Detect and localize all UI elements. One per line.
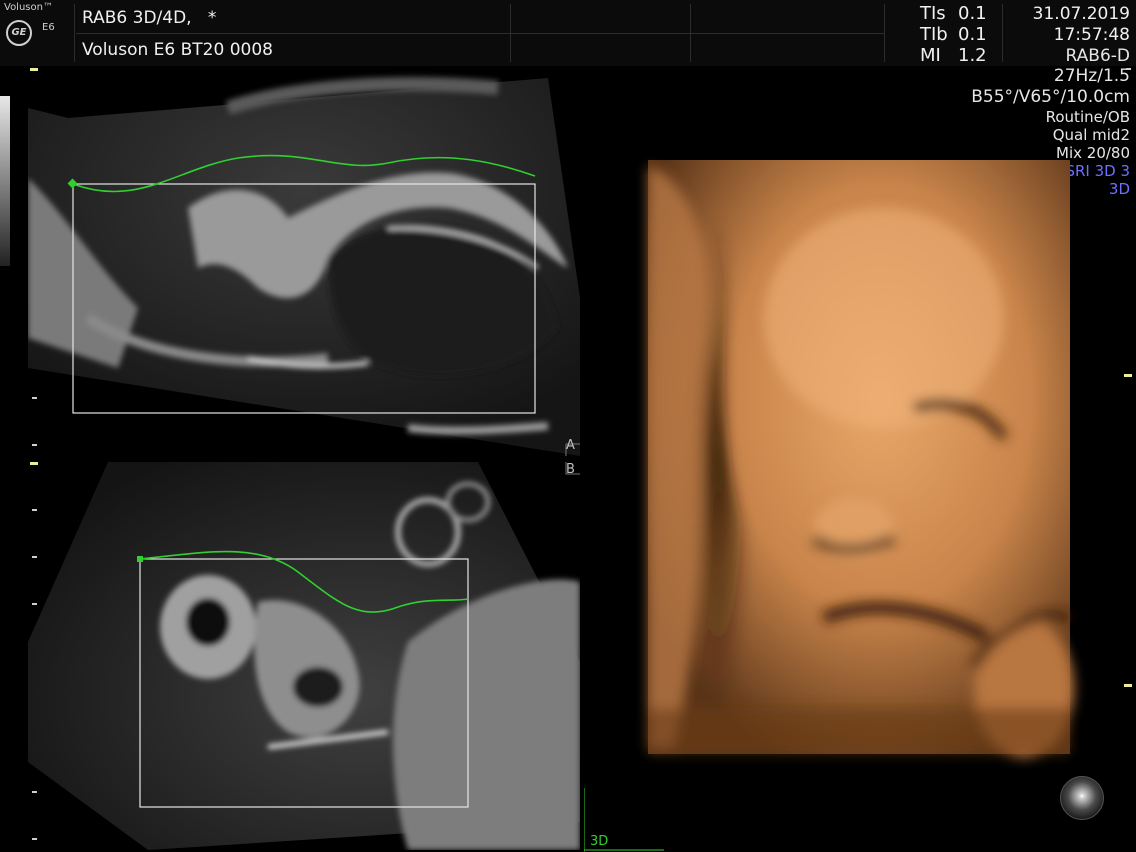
param-probe-mode: RAB6-D	[1065, 46, 1130, 66]
patient-id: Voluson E6 BT20 0008	[82, 40, 273, 60]
exam-date: 31.07.2019	[1032, 4, 1130, 24]
divider	[510, 4, 511, 62]
probe-name[interactable]: RAB6 3D/4D, *	[82, 8, 216, 28]
model-name: E6	[42, 22, 55, 33]
panel-3d-label: 3D	[590, 834, 609, 849]
divider	[884, 4, 885, 62]
tis-label: TIs	[920, 3, 946, 24]
panel-b-label: B	[566, 462, 575, 477]
trackball-orientation-icon[interactable]	[1060, 776, 1104, 820]
tis-value: 0.1	[958, 3, 987, 24]
tib-label: TIb	[920, 24, 948, 45]
brand-name: Voluson™	[4, 2, 53, 13]
divider	[74, 4, 75, 62]
mi-label: MI	[920, 45, 941, 66]
panel-b-transverse[interactable]: B	[28, 462, 580, 850]
curve-handle-icon	[137, 556, 143, 562]
ge-logo-icon: GE	[6, 20, 32, 46]
grayscale-bar	[0, 96, 10, 266]
panel-3d-render[interactable]: 3D	[584, 68, 1136, 852]
probe-marker: *	[207, 8, 217, 28]
panel-a-label: A	[566, 438, 575, 453]
divider	[76, 33, 884, 34]
panel-a-sagittal[interactable]: A	[28, 68, 580, 456]
tib-value: 0.1	[958, 24, 987, 45]
header-bar: Voluson™ GE E6 RAB6 3D/4D, * Voluson E6 …	[0, 0, 1136, 66]
exam-time: 17:57:48	[1053, 25, 1130, 45]
logo-area: Voluson™ GE E6	[0, 0, 70, 66]
divider	[690, 4, 691, 62]
